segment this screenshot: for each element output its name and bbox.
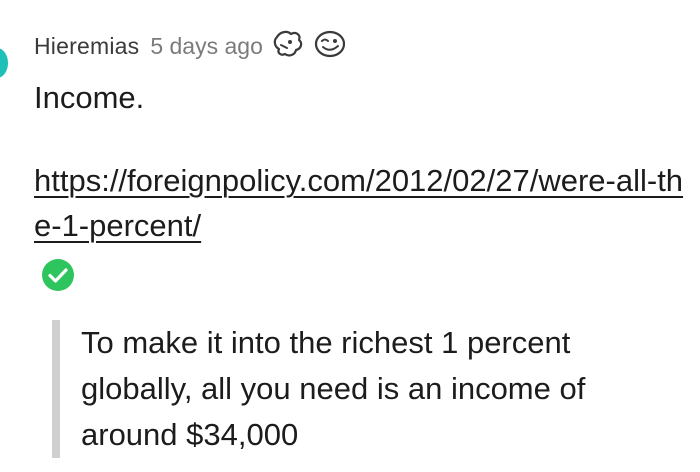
comment-header: Hieremias 5 days ago	[34, 30, 347, 62]
source-link[interactable]: https://foreignpolicy.com/2012/02/27/wer…	[34, 158, 684, 248]
blockquote: To make it into the richest 1 percent gl…	[52, 320, 681, 458]
author-name[interactable]: Hieremias	[34, 33, 139, 60]
timestamp: 5 days ago	[150, 32, 263, 59]
wink-face-icon	[313, 29, 347, 64]
duck-icon	[271, 29, 305, 64]
check-circle-icon	[41, 258, 75, 297]
thread-indicator	[0, 48, 8, 78]
comment-body: Income.	[34, 80, 145, 115]
